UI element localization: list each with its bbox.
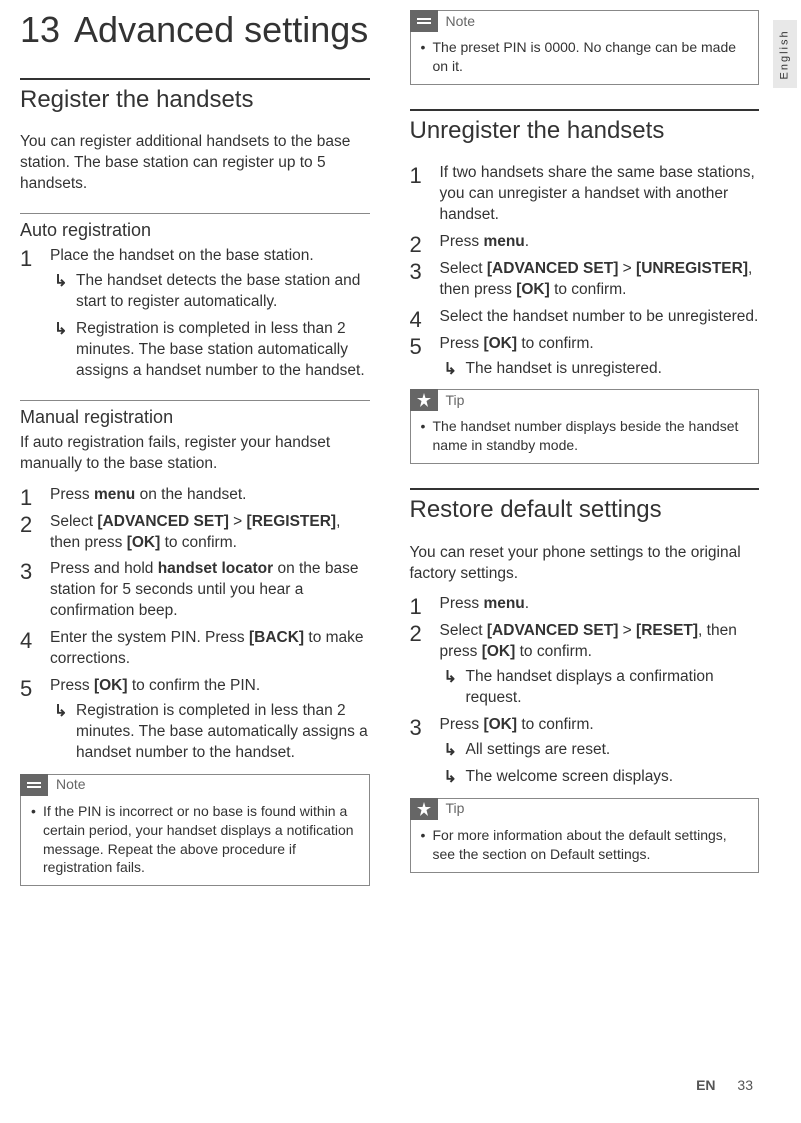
tip-text: For more information about the default s… bbox=[421, 826, 749, 864]
manual-step-2: Select [ADVANCED SET] > [REGISTER], then… bbox=[20, 512, 370, 554]
restore-results-2: The handset displays a confirmation requ… bbox=[440, 667, 760, 709]
section-restore: Restore default settings bbox=[410, 488, 760, 526]
manual-step-3: Press and hold handset locator on the ba… bbox=[20, 559, 370, 622]
unreg-results: The handset is unregistered. bbox=[440, 359, 760, 380]
restore-results-3: All settings are reset. The welcome scre… bbox=[440, 740, 760, 788]
footer-lang: EN bbox=[696, 1077, 715, 1093]
footer-page: 33 bbox=[737, 1077, 753, 1093]
restore-result-3b: The welcome screen displays. bbox=[440, 767, 760, 788]
page-footer: EN 33 bbox=[696, 1076, 753, 1095]
auto-step-1: Place the handset on the base station. T… bbox=[20, 246, 370, 382]
tip-box-default-settings: Tip For more information about the defau… bbox=[410, 798, 760, 873]
chapter-heading: 13 Advanced settings bbox=[20, 10, 370, 50]
note-label: Note bbox=[20, 774, 369, 796]
manual-step-5: Press [OK] to confirm the PIN. Registrat… bbox=[20, 676, 370, 764]
note-box-pin-fail: Note If the PIN is incorrect or no base … bbox=[20, 774, 370, 887]
subsection-auto: Auto registration bbox=[20, 213, 370, 242]
chapter-title: Advanced settings bbox=[74, 10, 368, 50]
unreg-step-3: Select [ADVANCED SET] > [UNREGISTER], th… bbox=[410, 259, 760, 301]
note-text: The preset PIN is 0000. No change can be… bbox=[421, 38, 749, 76]
restore-result-2a: The handset displays a confirmation requ… bbox=[440, 667, 760, 709]
subsection-manual: Manual registration bbox=[20, 400, 370, 429]
manual-steps: Press menu on the handset. Select [ADVAN… bbox=[20, 485, 370, 764]
note-label: Note bbox=[410, 10, 759, 32]
left-column: 13 Advanced settings Register the handse… bbox=[20, 10, 370, 900]
auto-result-1: The handset detects the base station and… bbox=[50, 271, 370, 313]
auto-result-2: Registration is completed in less than 2… bbox=[50, 319, 370, 382]
restore-step-2: Select [ADVANCED SET] > [RESET], then pr… bbox=[410, 621, 760, 709]
unreg-step-5: Press [OK] to confirm. The handset is un… bbox=[410, 334, 760, 380]
language-tab: English bbox=[773, 20, 797, 88]
manual-step-4: Enter the system PIN. Press [BACK] to ma… bbox=[20, 628, 370, 670]
unreg-step-1: If two handsets share the same base stat… bbox=[410, 163, 760, 226]
tip-text: The handset number displays beside the h… bbox=[421, 417, 749, 455]
unreg-result-1: The handset is unregistered. bbox=[440, 359, 760, 380]
tip-label: Tip bbox=[410, 389, 759, 411]
unreg-step-4: Select the handset number to be unregist… bbox=[410, 307, 760, 328]
page: 13 Advanced settings Register the handse… bbox=[0, 0, 801, 900]
chapter-number: 13 bbox=[20, 10, 60, 50]
unreg-step-2: Press menu. bbox=[410, 232, 760, 253]
section-unregister: Unregister the handsets bbox=[410, 109, 760, 147]
tip-box-handset-number: Tip The handset number displays beside t… bbox=[410, 389, 760, 464]
manual-results: Registration is completed in less than 2… bbox=[50, 701, 370, 764]
note-icon bbox=[20, 774, 48, 796]
tip-icon bbox=[410, 389, 438, 411]
note-box-preset-pin: Note The preset PIN is 0000. No change c… bbox=[410, 10, 760, 85]
restore-steps: Press menu. Select [ADVANCED SET] > [RES… bbox=[410, 594, 760, 787]
right-column: Note The preset PIN is 0000. No change c… bbox=[410, 10, 760, 900]
manual-intro: If auto registration fails, register you… bbox=[20, 433, 370, 475]
restore-result-3a: All settings are reset. bbox=[440, 740, 760, 761]
note-icon bbox=[410, 10, 438, 32]
restore-intro: You can reset your phone settings to the… bbox=[410, 543, 760, 585]
tip-label: Tip bbox=[410, 798, 759, 820]
restore-step-1: Press menu. bbox=[410, 594, 760, 615]
restore-step-3: Press [OK] to confirm. All settings are … bbox=[410, 715, 760, 788]
auto-steps: Place the handset on the base station. T… bbox=[20, 246, 370, 382]
register-intro: You can register additional handsets to … bbox=[20, 132, 370, 195]
unregister-steps: If two handsets share the same base stat… bbox=[410, 163, 760, 379]
tip-icon bbox=[410, 798, 438, 820]
manual-step-1: Press menu on the handset. bbox=[20, 485, 370, 506]
language-tab-label: English bbox=[778, 29, 793, 79]
section-register: Register the handsets bbox=[20, 78, 370, 116]
manual-result-1: Registration is completed in less than 2… bbox=[50, 701, 370, 764]
note-text: If the PIN is incorrect or no base is fo… bbox=[31, 802, 359, 878]
auto-results: The handset detects the base station and… bbox=[50, 271, 370, 382]
